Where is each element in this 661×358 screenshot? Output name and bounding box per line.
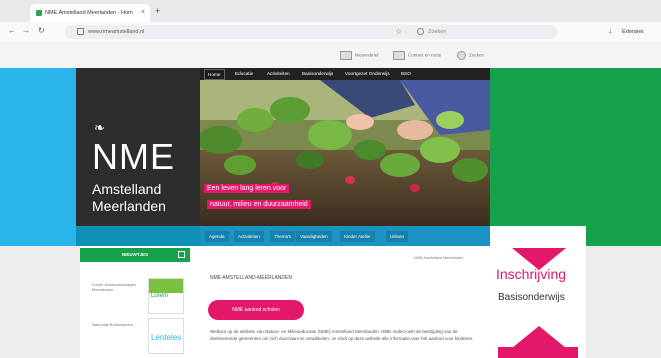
hero-banner-line1: Een leven lang leren voor — [204, 184, 290, 193]
subnav-activiteiten[interactable]: Activiteiten — [234, 231, 264, 242]
decor-band-blue — [0, 68, 80, 246]
page-title: NME AMSTELLAND-MEERLANDEN — [210, 275, 292, 281]
promo-bar — [498, 347, 578, 358]
nme-aanbod-button[interactable]: NME aanbod scholen — [208, 300, 304, 320]
newsletter-icon — [340, 51, 352, 60]
close-tab-icon[interactable]: × — [141, 4, 145, 22]
site-search-link[interactable]: Zoeken — [457, 51, 484, 60]
search-icon — [417, 28, 424, 35]
hero-banner-line2: natuur, milieu en duurzaamheid — [207, 200, 311, 209]
bookmark-star-icon[interactable]: ☆ — [395, 27, 402, 36]
contact-link[interactable]: Contact en route — [393, 51, 441, 60]
url-text: www.nmeamstelland.nl — [88, 29, 145, 35]
reload-icon[interactable]: ↻ — [38, 26, 45, 35]
logo-line1: Amstelland — [92, 181, 162, 197]
news-thumb-1[interactable]: Lorem — [148, 278, 184, 314]
news-item-1[interactable]: Lorem Natuurwerkdagen Meerlanden ... — [92, 282, 144, 292]
contact-label: Contact en route — [408, 52, 442, 58]
subnav-vaardigheden[interactable]: Vaardigheden — [296, 231, 332, 242]
news-thumb-2[interactable]: Lenteles — [148, 318, 184, 354]
back-icon[interactable]: ← — [8, 26, 16, 35]
site-favicon-icon — [36, 9, 42, 16]
news-thumb-1-label: Lorem — [151, 293, 169, 299]
new-tab-button[interactable]: + — [155, 6, 160, 16]
logo-line2: Meerlanden — [92, 198, 166, 214]
subnav-themas[interactable]: Thema's — [270, 231, 296, 242]
search-placeholder: Zoeken — [428, 29, 447, 35]
lock-icon — [77, 28, 84, 36]
news-grid-icon[interactable] — [178, 251, 185, 258]
nav-activiteiten[interactable]: Activiteiten — [264, 69, 293, 78]
subnav-uitleen[interactable]: Uitleen — [386, 231, 409, 242]
browser-search-field[interactable]: Zoeken — [412, 25, 557, 39]
contact-icon — [393, 51, 405, 60]
nav-voortgezet-onderwijs[interactable]: Voortgezet Onderwijs — [342, 69, 393, 78]
breadcrumb[interactable]: NME Amstelland Meerlanden — [414, 256, 463, 260]
news-thumb-2-label: Lenteles — [151, 333, 182, 342]
decor-band-green — [490, 68, 661, 246]
decor-band-grey-left — [0, 246, 80, 358]
nav-home[interactable]: Home — [204, 69, 225, 80]
logo-name: NME — [92, 136, 175, 177]
bee-logo-icon: ❧ — [94, 120, 105, 135]
extensions-button[interactable]: Extensies — [622, 29, 644, 35]
promo-chevron-up-icon — [512, 326, 566, 348]
nav-educatie[interactable]: Educatie — [232, 69, 256, 78]
decor-band-grey-right — [586, 246, 661, 358]
subnav-kinder-atelier[interactable]: Kinder Atelier — [340, 231, 375, 242]
site-search-icon — [457, 51, 466, 60]
newsletter-label: Nieuwsbrief — [355, 52, 379, 58]
site-utility-bar — [0, 42, 661, 68]
promo-subtitle: Basisonderwijs — [498, 292, 565, 303]
newsletter-link[interactable]: Nieuwsbrief — [340, 51, 379, 60]
browser-tab[interactable]: NME Amstelland Meerlanden - Hom × — [30, 4, 150, 22]
intro-text: Welkom op de website van Natuur- en Mili… — [210, 329, 474, 341]
forward-icon[interactable]: → — [22, 26, 30, 35]
news-heading: NIEUWTJES — [80, 248, 190, 262]
tab-title: NME Amstelland Meerlanden - Hom — [45, 10, 133, 16]
news-item-2[interactable]: Natuurlijk Buitenspelen ... — [92, 322, 144, 327]
logo-strip — [76, 226, 200, 246]
download-icon[interactable]: ↓ — [608, 26, 612, 35]
subnav-agenda[interactable]: Agenda — [205, 231, 229, 242]
nav-bso[interactable]: BSO — [398, 69, 414, 78]
promo-title: Inschrijving — [496, 266, 567, 282]
nav-basisonderwijs[interactable]: Basisonderwijs — [299, 69, 336, 78]
site-search-label: Zoeken — [469, 52, 485, 58]
address-bar[interactable]: www.nmeamstelland.nl — [65, 25, 465, 39]
